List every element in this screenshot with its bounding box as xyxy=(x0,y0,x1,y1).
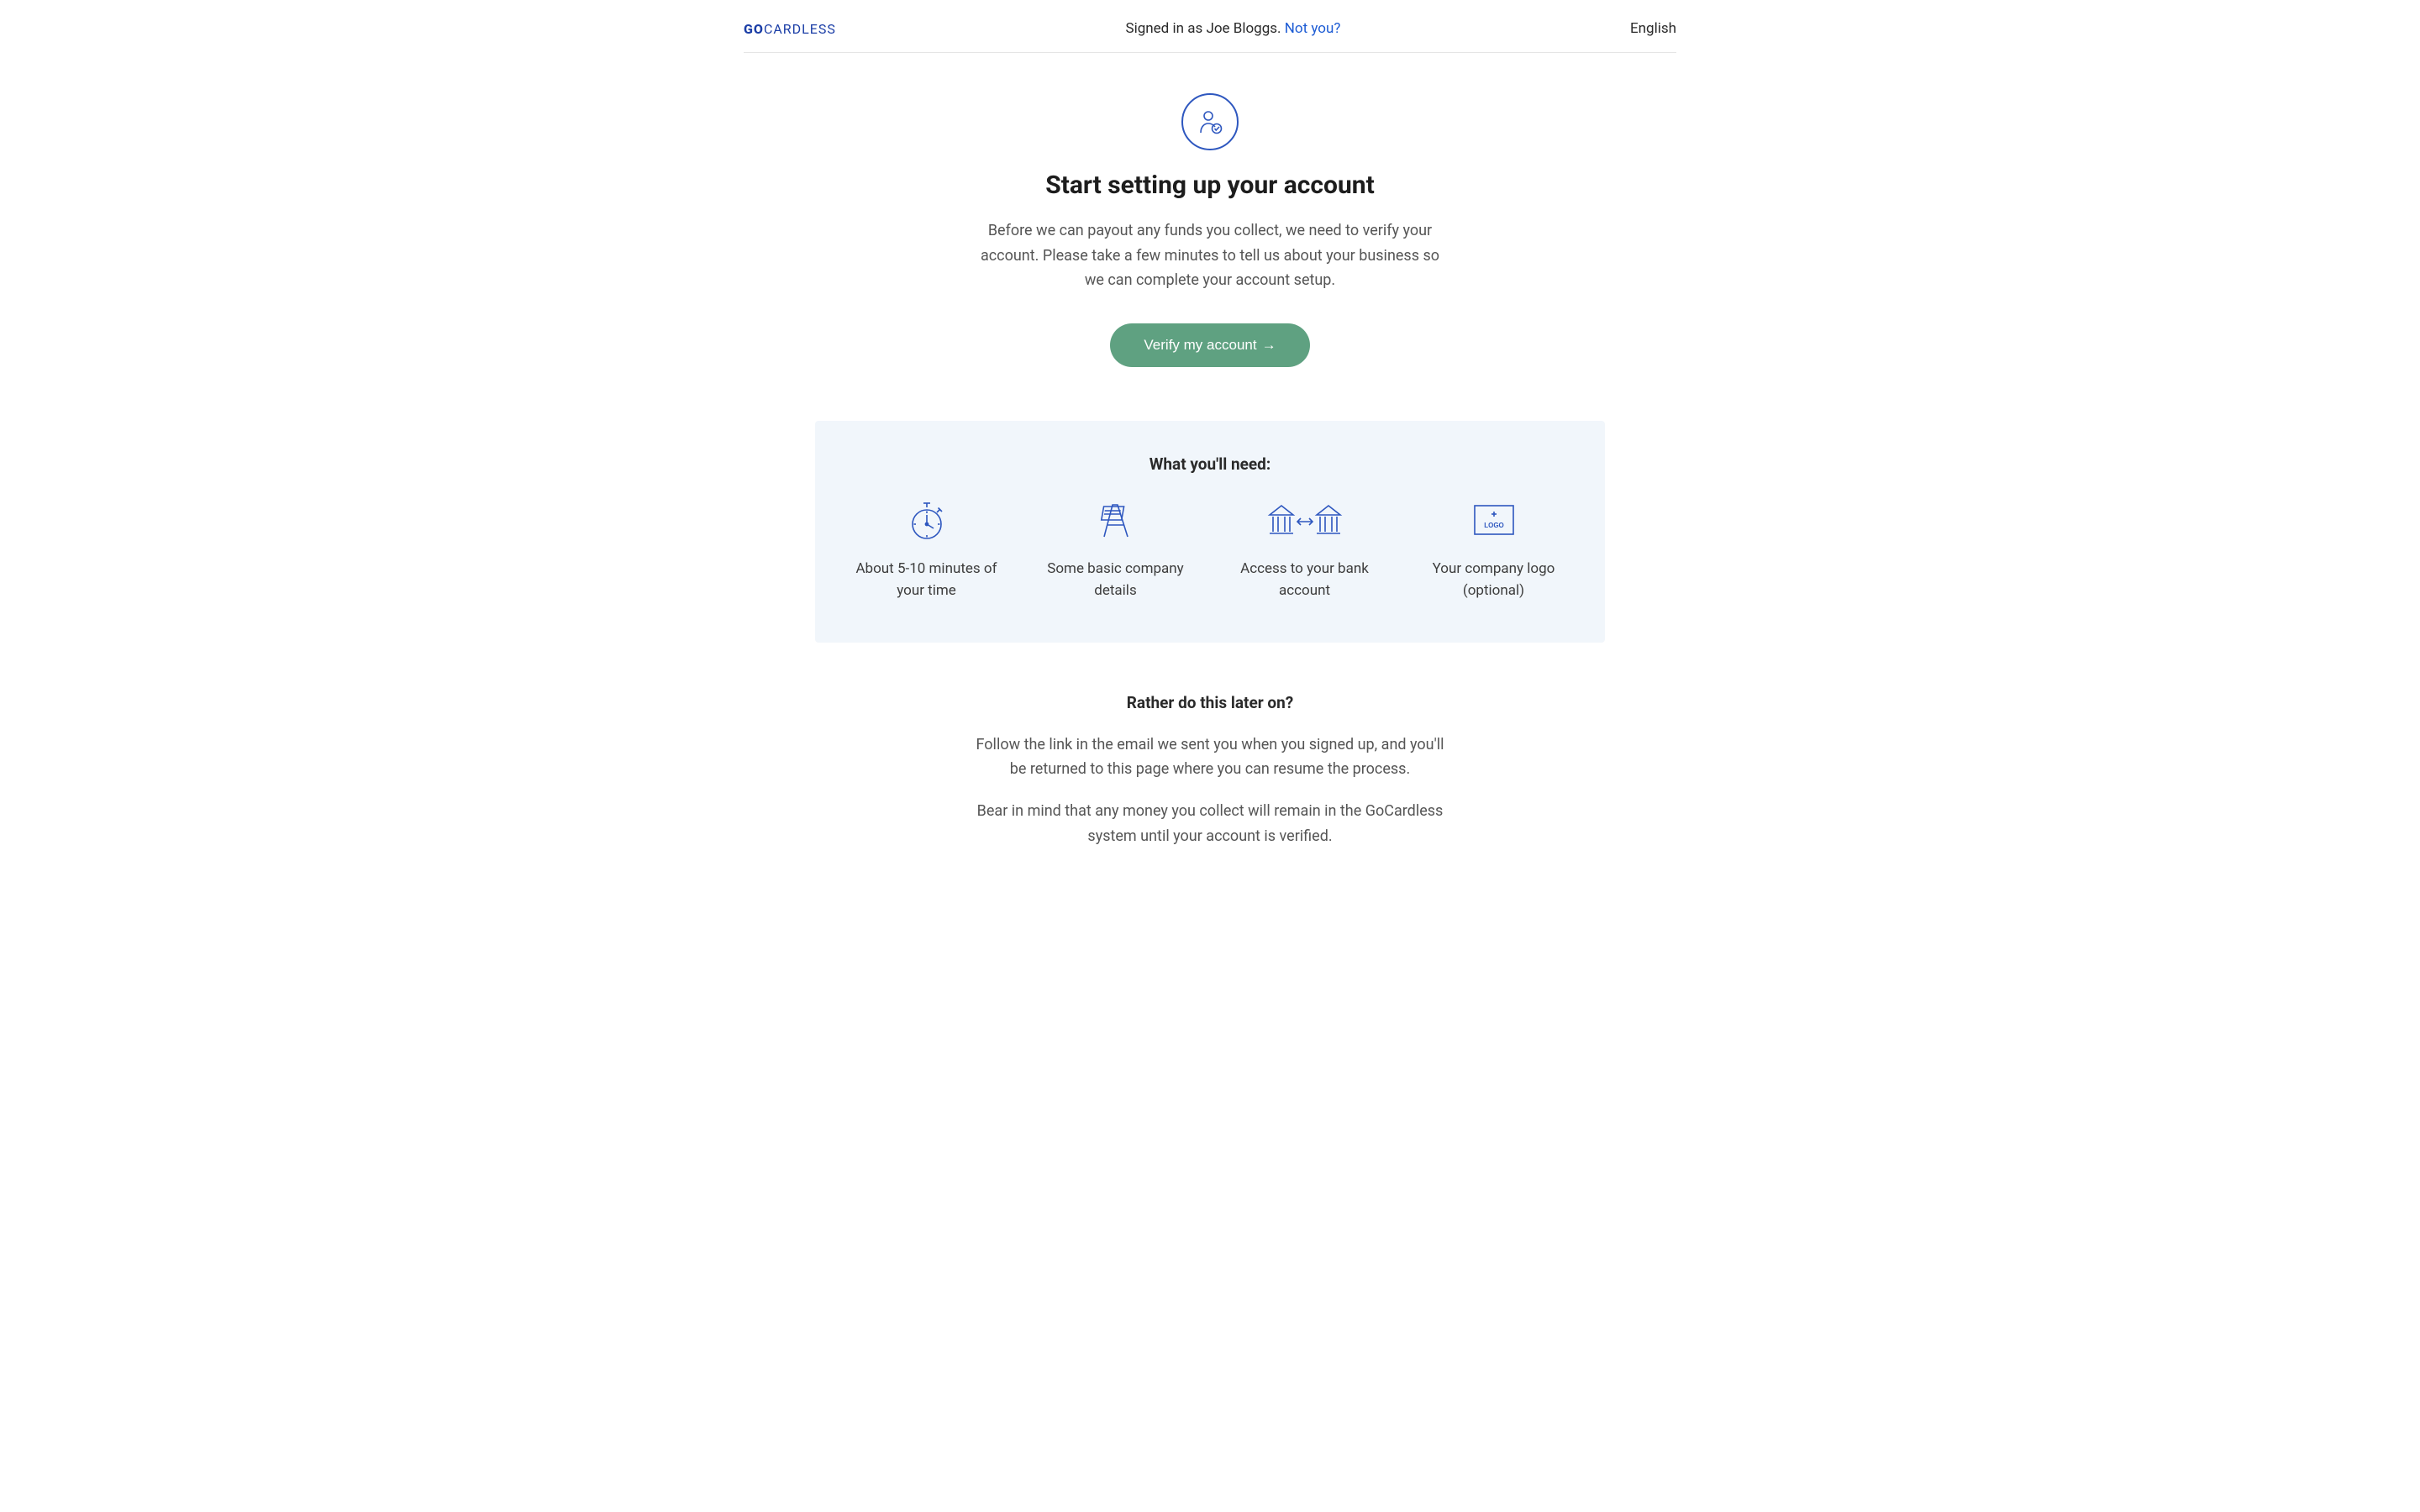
brand-logo: GOCARDLESS xyxy=(744,21,836,37)
what-youll-need-heading: What you'll need: xyxy=(842,454,1578,474)
signed-in-prefix: Signed in as xyxy=(1125,20,1206,37)
later-section: Rather do this later on? Follow the link… xyxy=(975,693,1445,849)
need-item-company: Some basic company details xyxy=(1031,497,1200,602)
arrow-right-icon: → xyxy=(1262,337,1276,353)
need-item-text: Your company logo (optional) xyxy=(1418,558,1570,602)
later-paragraph-2: Bear in mind that any money you collect … xyxy=(975,799,1445,848)
need-item-bank: Access to your bank account xyxy=(1220,497,1389,602)
brand-cardless: CARDLESS xyxy=(764,21,836,37)
verify-account-button[interactable]: Verify my account → xyxy=(1110,323,1309,367)
user-verified-icon xyxy=(1181,93,1239,150)
later-paragraph-1: Follow the link in the email we sent you… xyxy=(975,732,1445,782)
hero-section: Start setting up your account Before we … xyxy=(744,53,1676,367)
a-frame-sign-icon xyxy=(1092,497,1139,543)
signed-in-username: Joe Bloggs xyxy=(1206,20,1277,37)
page-title: Start setting up your account xyxy=(744,171,1676,200)
need-item-logo: LOGO Your company logo (optional) xyxy=(1409,497,1578,602)
need-grid: About 5-10 minutes of your time Some bas… xyxy=(842,497,1578,602)
verify-account-label: Verify my account xyxy=(1144,337,1256,353)
language-selector[interactable]: English xyxy=(1630,20,1676,37)
signed-in-suffix: . xyxy=(1277,20,1285,37)
need-item-text: Some basic company details xyxy=(1040,558,1192,602)
bank-transfer-icon xyxy=(1267,497,1343,543)
later-heading: Rather do this later on? xyxy=(975,693,1445,712)
need-item-time: About 5-10 minutes of your time xyxy=(842,497,1011,602)
what-youll-need-panel: What you'll need: xyxy=(815,421,1605,643)
topbar: GOCARDLESS Signed in as Joe Bloggs. Not … xyxy=(744,0,1676,53)
need-item-text: About 5-10 minutes of your time xyxy=(851,558,1002,602)
brand-go: GO xyxy=(744,21,764,37)
hero-description: Before we can payout any funds you colle… xyxy=(975,218,1445,293)
not-you-link[interactable]: Not you? xyxy=(1285,20,1341,37)
need-item-text: Access to your bank account xyxy=(1229,558,1381,602)
logo-placeholder-icon: LOGO xyxy=(1471,497,1517,543)
svg-text:LOGO: LOGO xyxy=(1484,522,1504,529)
stopwatch-icon xyxy=(908,497,946,543)
signed-in-status: Signed in as Joe Bloggs. Not you? xyxy=(836,20,1630,37)
